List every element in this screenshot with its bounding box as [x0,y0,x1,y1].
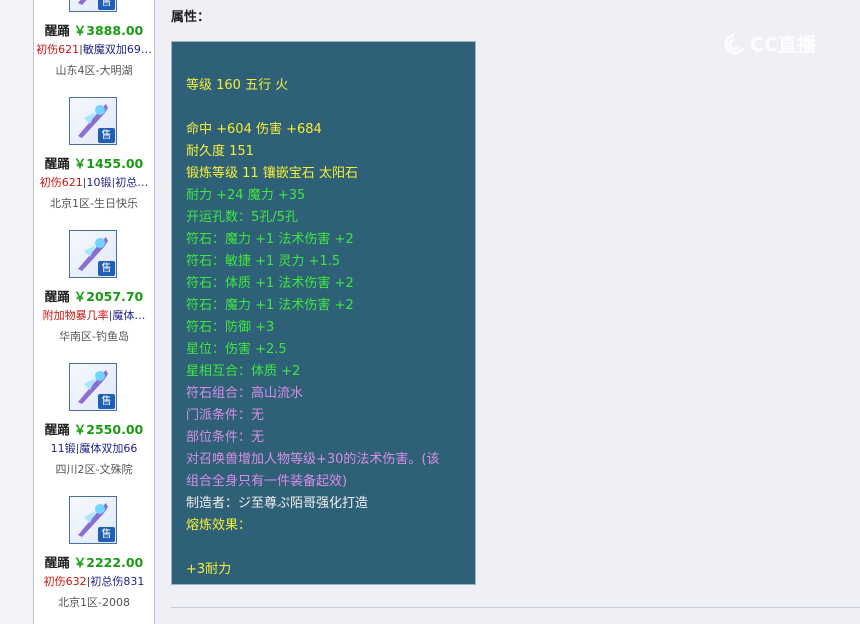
page-left-margin [0,0,33,624]
attr-line: 部位条件：无 [186,430,265,445]
item-price: ￥3888.00 [73,23,144,38]
item-price-line: 醒踊 ￥2550.00 [34,419,154,437]
attr-line: 符石：防御 +3 [186,320,275,335]
attr-line: 熔炼效果： [186,518,252,533]
sale-tag: 售 [98,527,115,542]
attr-line: 符石：魔力 +1 法术伤害 +2 [186,232,354,247]
item-thumbnail[interactable]: 售 [69,97,117,145]
attr-line: 等级 160 五行 火 [186,78,289,93]
item-server: 山东4区-大明湖 [55,64,133,77]
item-server: 华南区-钓鱼岛 [59,330,129,343]
item-attr-right: 初总伤831 [90,575,145,587]
item-price-line: 醒踊 ￥3888.00 [34,20,154,38]
item-name: 醒踊 [44,555,70,570]
item-attr-left: 11锻 [50,442,76,454]
item-price-line: 醒踊 ￥1455.00 [34,153,154,171]
item-attr-left: 初伤621 [36,43,80,55]
attr-line: 门派条件：无 [186,408,265,423]
item-price: ￥2222.00 [73,555,144,570]
cc-logo-icon [724,33,745,54]
attr-line: 符石：敏捷 +1 灵力 +1.5 [186,254,341,269]
attr-line: 制造者：ジ至尊ぷ陌哥强化打造 [186,496,369,511]
item-attr-left: 初伤632 [43,575,87,587]
item-attributes: 11锻|魔体双加66 [50,442,138,454]
attr-line: 符石：魔力 +1 法术伤害 +2 [186,298,354,313]
attr-line: +3耐力 [186,562,232,577]
watermark-text: CC直播 [750,34,816,56]
item-price: ￥2057.70 [73,289,144,304]
sale-tag: 售 [98,128,115,143]
item-attr-extra: 初总… [115,176,149,188]
item-name: 醒踊 [44,422,70,437]
stream-watermark: CC直播 [720,30,816,60]
item-price-line: 醒踊 ￥2057.70 [34,286,154,304]
attr-line: 星位：伤害 +2.5 [186,342,287,357]
attr-line: 组合全身只有一件装备起效) [186,474,348,489]
attributes-panel: 等级 160 五行 火 命中 +604 伤害 +684 耐久度 151 锻炼等级… [171,41,476,585]
item-server: 北京1区-2008 [58,596,130,609]
attr-line: 锻炼等级 11 镶嵌宝石 太阳石 [186,166,358,181]
item-attr-right: 敏魔双加69… [82,43,152,55]
item-attributes: 初伤621|敏魔双加69… [36,43,152,55]
attr-line: 命中 +604 伤害 +684 [186,122,322,137]
item-server: 四川2区-文殊院 [55,463,133,476]
item-name: 醒踊 [44,289,70,304]
item-attributes: 初伤621|10锻|初总… [39,176,149,188]
listing-sidebar: 售 醒踊 ￥3888.00 初伤621|敏魔双加69… 山东4区-大明湖 售 醒踊… [33,0,155,624]
item-name: 醒踊 [44,156,70,171]
item-attr-left: 附加物暴几率 [42,309,109,321]
item-attr-right: 魔体… [112,309,146,321]
sale-tag: 售 [98,394,115,409]
item-thumbnail[interactable]: 售 [69,363,117,411]
attributes-heading: 属性： [171,10,211,25]
content-divider [171,607,860,608]
item-name: 醒踊 [44,23,70,38]
item-thumbnail[interactable]: 售 [69,230,117,278]
attr-line: 开运孔数：5孔/5孔 [186,210,298,225]
attr-line: 星相互合：体质 +2 [186,364,301,379]
item-attr-left: 初伤621 [39,176,83,188]
item-price: ￥2550.00 [73,422,144,437]
item-price-line: 醒踊 ￥2222.00 [34,552,154,570]
item-attr-right: 魔体双加66 [79,442,138,454]
item-attributes: 初伤632|初总伤831 [43,575,145,587]
item-server: 北京1区-生日快乐 [50,197,138,210]
sale-tag: 售 [98,261,115,276]
item-thumbnail[interactable]: 售 [69,0,117,12]
item-thumbnail[interactable]: 售 [69,496,117,544]
sale-tag: 售 [98,0,115,10]
attr-line: 符石组合：高山流水 [186,386,304,401]
item-attributes: 附加物暴几率|魔体… [42,309,146,321]
attr-line: 对召唤兽增加人物等级+30的法术伤害。(该 [186,452,440,467]
attr-line: 符石：体质 +1 法术伤害 +2 [186,276,354,291]
attr-line: 耐久度 151 [186,144,254,159]
item-attr-right: 10锻 [86,176,112,188]
attr-line: 耐力 +24 魔力 +35 [186,188,306,203]
item-price: ￥1455.00 [73,156,144,171]
